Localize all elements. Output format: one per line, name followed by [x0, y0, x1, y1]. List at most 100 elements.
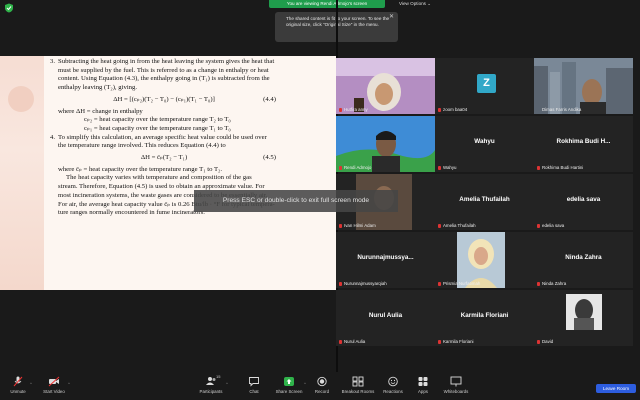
text-line: must be supplied by the fuel. This is re…	[58, 66, 269, 74]
equation-body: ΔH = [(cₚ₂)(T₂ − T₀) − (cₚ₁)(T₁ − T₀)]	[113, 95, 215, 103]
participant-name-center: Rokhima Budi H...	[556, 138, 611, 145]
tooltip-line-2: original size, click "Original Size" in …	[286, 22, 379, 27]
apps-button[interactable]: Apps	[414, 376, 432, 398]
item-number: 4.	[50, 133, 56, 141]
participant-name: Nurul Aulia	[344, 339, 366, 344]
meeting-toolbar: Unmute ^ Start Video ^ 15 Participants ^…	[0, 372, 640, 400]
participant-name-center: Nurunnajmussya...	[357, 254, 414, 261]
apps-label: Apps	[417, 389, 428, 394]
page-decoration	[0, 56, 44, 290]
muted-mic-icon	[339, 282, 342, 286]
participant-name: Ivan Hilmi Adam	[344, 223, 376, 228]
participant-name-center: Nurul Aulia	[368, 312, 403, 319]
chevron-up-icon[interactable]: ^	[226, 381, 228, 386]
exit-fullscreen-toast: Press ESC or double-click to exit full s…	[194, 190, 398, 212]
participant-tile[interactable]: Z zoom baa04	[435, 58, 534, 114]
record-icon	[317, 376, 327, 387]
muted-mic-icon	[339, 166, 342, 170]
whiteboards-label: Whiteboards	[443, 389, 469, 394]
breakout-rooms-icon	[352, 376, 364, 387]
participant-tile[interactable]: David	[534, 290, 633, 346]
where-line: where ΔH = change in enthalpy	[58, 107, 143, 115]
chevron-up-icon[interactable]: ^	[304, 381, 306, 386]
shared-document-page: 3. Subtracting the heat going in from th…	[0, 56, 336, 290]
participant-tile[interactable]: Rokhima Budi H... Rokhima Budi Hartini	[534, 116, 633, 172]
muted-mic-icon	[438, 282, 441, 286]
participant-name: Karmila Floriani	[443, 339, 474, 344]
muted-mic-icon	[438, 108, 441, 112]
view-options-menu[interactable]: View Options ⌄	[395, 0, 435, 8]
unmute-button[interactable]: Unmute	[6, 376, 30, 398]
participant-name: Ninda Zahra	[542, 281, 567, 286]
screen-share-banner: You are viewing Rendi Admojo's screen	[269, 0, 385, 8]
where-line: cₚ₂ = heat capacity over the temperature…	[84, 116, 231, 124]
participant-tile-active-speaker[interactable]: Dimas Farris Andika	[534, 58, 633, 114]
record-label: Record	[314, 389, 330, 394]
leave-room-button[interactable]: Leave Room	[596, 384, 636, 393]
participant-tile[interactable]: Nurunnajmussya... Nurunnajmussyarqiah	[336, 232, 435, 288]
share-screen-icon	[284, 377, 294, 386]
participant-video	[435, 232, 534, 288]
participants-count: 15	[216, 374, 221, 379]
whiteboards-button[interactable]: Whiteboards	[440, 376, 472, 398]
participant-avatar: Z	[477, 74, 496, 93]
chevron-up-icon[interactable]: ^	[68, 381, 70, 386]
muted-mic-icon	[339, 224, 342, 228]
participant-name-center: Wahyu	[474, 138, 495, 145]
muted-mic-icon	[537, 166, 540, 170]
muted-mic-icon	[438, 166, 441, 170]
participant-name: Amelia Thufailah	[443, 223, 476, 228]
text-line: To simplify this calculation, an average…	[58, 133, 267, 141]
participant-tile[interactable]: Wahyu Wahyu	[435, 116, 534, 172]
reactions-button[interactable]: Reactions	[380, 376, 406, 398]
breakout-rooms-label: Breakout Rooms	[341, 389, 375, 394]
participant-tile[interactable]: Hutfira anny	[336, 58, 435, 114]
participant-name: Rokhima Budi Hartini	[542, 165, 584, 170]
participant-tile[interactable]: Nurul Aulia Nurul Aulia	[336, 290, 435, 346]
start-video-label: Start Video	[43, 389, 65, 394]
video-camera-off-icon	[48, 376, 60, 387]
participant-tile[interactable]: Prismia Nurfatimah	[435, 232, 534, 288]
chat-button[interactable]: Chat	[244, 376, 264, 398]
muted-mic-icon	[537, 282, 540, 286]
whiteboard-icon	[450, 376, 462, 387]
participant-name: zoom baa04	[443, 107, 468, 112]
text-line: the temperature range involved. This red…	[58, 142, 226, 150]
participant-tile[interactable]: Ninda Zahra Ninda Zahra	[534, 232, 633, 288]
participant-name-center: Amelia Thufailah	[459, 196, 510, 203]
participant-name: David	[542, 339, 554, 344]
participant-name: Wahyu	[443, 165, 457, 170]
text-line: content. Using Equation (4.3), the entha…	[58, 75, 270, 83]
reactions-label: Reactions	[383, 389, 403, 394]
participant-name-center: edelia sava	[566, 196, 601, 203]
close-icon[interactable]: ✕	[389, 14, 394, 20]
participant-name: Dimas Farris Andika	[542, 107, 582, 112]
share-screen-button[interactable]: Share Screen	[274, 376, 304, 398]
start-video-button[interactable]: Start Video	[40, 376, 68, 398]
unmute-label: Unmute	[10, 389, 26, 394]
security-shield-icon[interactable]	[4, 3, 14, 13]
participant-video	[534, 58, 633, 114]
chevron-up-icon[interactable]: ^	[30, 381, 32, 386]
equation-4-5: ΔH = c̄ₚ(T₂ − T₁) (4.5)	[50, 154, 278, 163]
participant-tile[interactable]: Karmila Floriani Karmila Floriani	[435, 290, 534, 346]
participant-tile[interactable]: edelia sava edelia sava	[534, 174, 633, 230]
muted-mic-icon	[339, 340, 342, 344]
where-line: cₚ₁ = heat capacity over the temperature…	[84, 124, 231, 132]
breakout-rooms-button[interactable]: Breakout Rooms	[340, 376, 376, 398]
share-screen-label: Share Screen	[275, 389, 303, 394]
participant-tile[interactable]: Rendi Admojo	[336, 116, 435, 172]
equation-number: (4.4)	[263, 95, 276, 103]
participant-tile[interactable]: Amelia Thufailah Amelia Thufailah	[435, 174, 534, 230]
chat-bubble-icon	[249, 377, 259, 387]
equation-body: ΔH = c̄ₚ(T₂ − T₁)	[140, 154, 188, 162]
record-button[interactable]: Record	[312, 376, 332, 398]
muted-mic-icon	[339, 108, 342, 112]
paragraph-line: The heat capacity varies with temperatur…	[66, 174, 252, 182]
participant-name: Nurunnajmussyarqiah	[344, 281, 387, 286]
item-number: 3.	[50, 58, 56, 65]
numbered-item-4: 4. To simplify this calculation, an aver…	[50, 134, 278, 151]
muted-mic-icon	[438, 224, 441, 228]
numbered-item-3: 3. Subtracting the heat going in from th…	[50, 58, 278, 93]
participants-button[interactable]: 15 Participants	[196, 374, 226, 398]
